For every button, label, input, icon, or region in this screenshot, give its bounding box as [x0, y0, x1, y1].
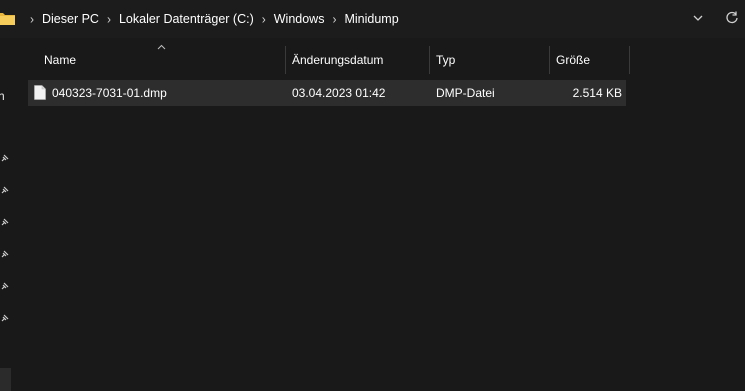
pin-icon[interactable] [1, 314, 9, 322]
table-row[interactable]: 040323-7031-01.dmp 03.04.2023 01:42 DMP-… [28, 80, 626, 106]
column-header-name[interactable]: Name [44, 46, 76, 74]
column-divider[interactable] [549, 46, 550, 74]
pin-icon[interactable] [1, 186, 9, 194]
refresh-icon[interactable] [724, 10, 740, 26]
chevron-down-icon[interactable] [690, 10, 706, 26]
file-list-view: Name Änderungsdatum Typ Größe 040323-703… [28, 38, 745, 391]
folder-icon [0, 13, 15, 25]
column-divider[interactable] [429, 46, 430, 74]
sort-ascending-icon [157, 44, 166, 50]
breadcrumb-separator-icon[interactable]: › [262, 11, 266, 26]
breadcrumb-item-windows[interactable]: Windows [274, 12, 325, 26]
pin-icon[interactable] [1, 282, 9, 290]
breadcrumb-separator-icon[interactable]: › [332, 11, 336, 26]
column-header-row: Name Änderungsdatum Typ Größe [28, 44, 630, 74]
file-type: DMP-Datei [436, 86, 495, 100]
nav-item-partial-label[interactable]: h [0, 89, 5, 103]
address-bar[interactable]: › Dieser PC › Lokaler Datenträger (C:) ›… [0, 0, 745, 38]
column-header-date[interactable]: Änderungsdatum [292, 46, 383, 74]
navigation-pane: h [0, 38, 11, 391]
sidebar-selected-item[interactable] [0, 368, 11, 391]
column-header-type[interactable]: Typ [436, 46, 455, 74]
pin-icon[interactable] [1, 218, 9, 226]
column-divider[interactable] [285, 46, 286, 74]
file-name: 040323-7031-01.dmp [52, 86, 167, 100]
breadcrumb-item-dieser-pc[interactable]: Dieser PC [42, 12, 99, 26]
pin-icon[interactable] [1, 250, 9, 258]
breadcrumb-separator-icon[interactable]: › [107, 11, 111, 26]
file-size: 2.514 KB [572, 86, 622, 100]
column-divider[interactable] [629, 46, 630, 74]
column-header-size[interactable]: Größe [556, 46, 590, 74]
breadcrumb-separator-icon[interactable]: › [30, 11, 34, 26]
file-icon [34, 85, 46, 100]
breadcrumb-item-minidump[interactable]: Minidump [344, 12, 398, 26]
pane-divider[interactable] [11, 38, 28, 391]
breadcrumb: › Dieser PC › Lokaler Datenträger (C:) ›… [22, 0, 399, 38]
file-date: 03.04.2023 01:42 [292, 86, 386, 100]
breadcrumb-item-lokaler-datentraeger[interactable]: Lokaler Datenträger (C:) [119, 12, 254, 26]
pin-icon[interactable] [1, 154, 9, 162]
